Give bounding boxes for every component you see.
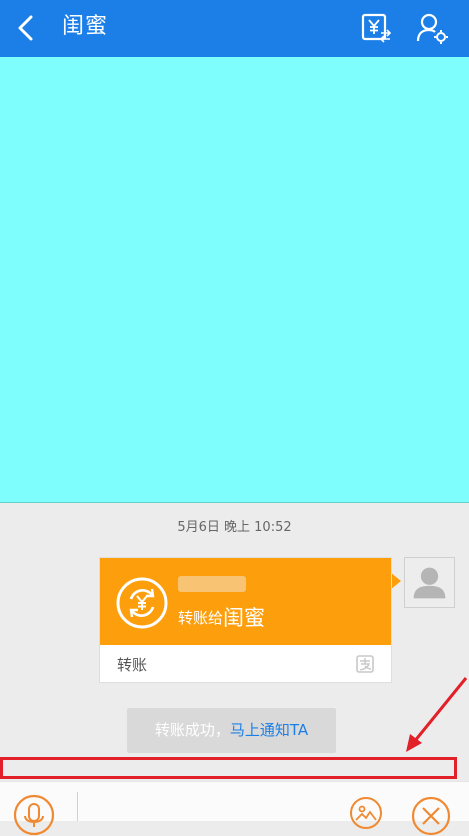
chevron-left-icon[interactable] (10, 11, 44, 45)
transfer-prefix: 转账给 (178, 609, 224, 627)
user-settings-icon[interactable] (415, 11, 449, 45)
image-icon[interactable] (349, 796, 383, 830)
transfer-card[interactable]: 转账给闺蜜 转账 (99, 557, 392, 683)
input-divider (77, 792, 78, 821)
close-circle-icon[interactable] (411, 796, 451, 836)
microphone-icon[interactable] (13, 794, 55, 836)
transfer-recipient: 闺蜜 (223, 606, 266, 630)
annotation-arrow (406, 677, 468, 752)
blurred-amount (178, 576, 246, 592)
alipay-logo-icon (356, 655, 374, 673)
system-message-text: 转账成功， (154, 721, 230, 739)
transfer-card-footer: 转账 (100, 645, 391, 682)
user-avatar[interactable] (404, 557, 455, 608)
yuan-transfer-icon[interactable] (359, 11, 393, 45)
transfer-description: 转账给闺蜜 (178, 602, 265, 632)
annotation-highlight-box (0, 757, 457, 779)
chat-title: 闺蜜 (62, 14, 109, 39)
message-timestamp: 5月6日 晚上 10:52 (177, 520, 292, 535)
transfer-footer-label: 转账 (117, 656, 148, 674)
transfer-card-body[interactable]: 转账给闺蜜 (100, 558, 391, 645)
system-message: 转账成功，马上通知TA (127, 708, 336, 753)
transfer-icon (116, 577, 168, 629)
redacted-area (0, 57, 469, 503)
input-bar (0, 781, 469, 836)
message-input[interactable] (86, 788, 340, 818)
notify-link[interactable]: 马上通知TA (230, 721, 308, 739)
app-header: 闺蜜 (0, 0, 469, 57)
